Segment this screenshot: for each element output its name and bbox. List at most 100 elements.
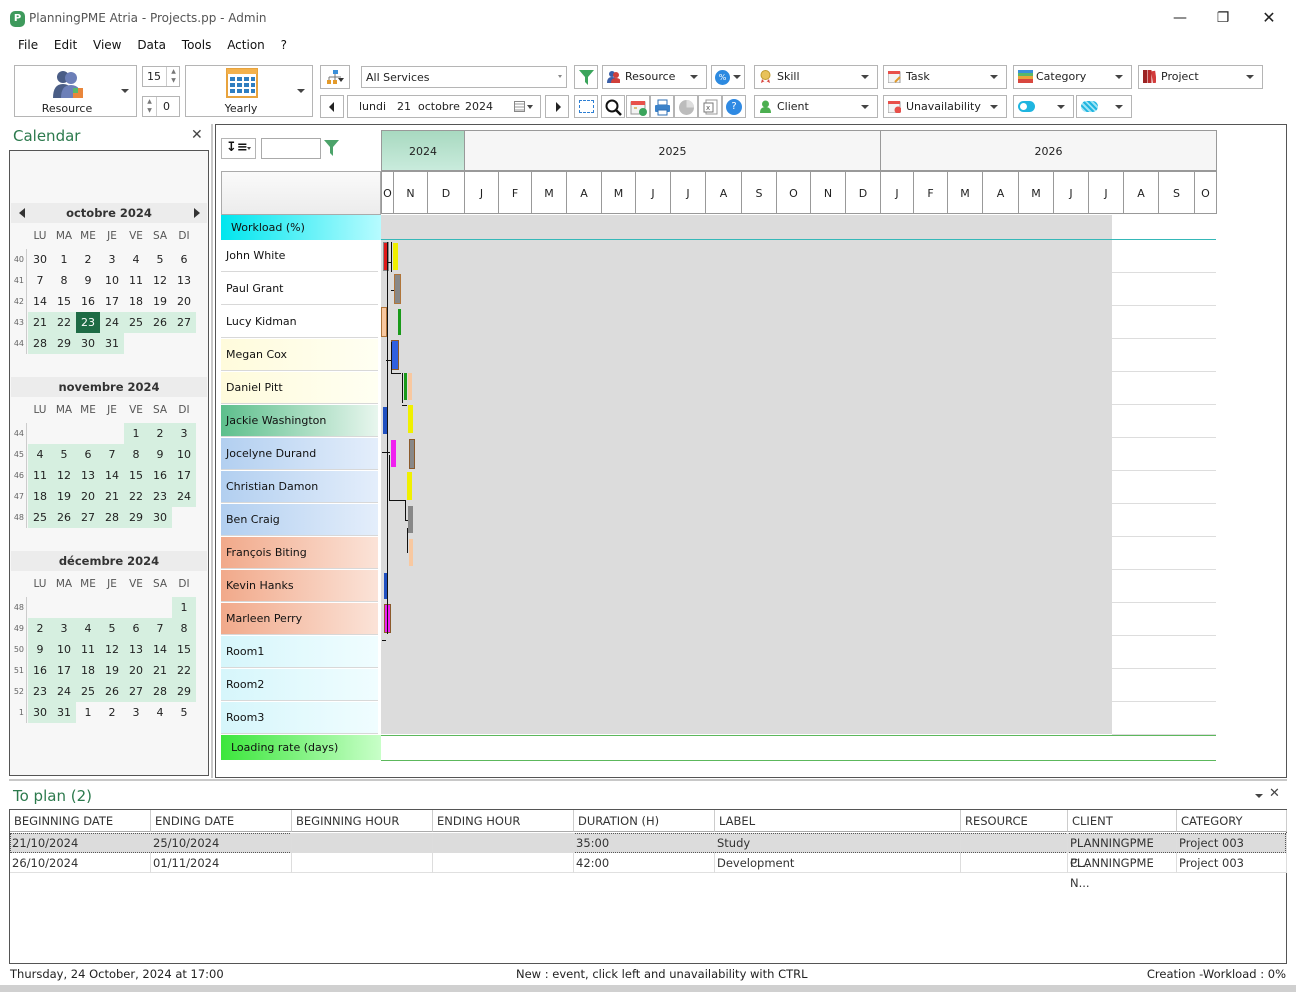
spinner-arrows-icon[interactable]: ▲ ▼ [143,97,157,116]
calendar-day[interactable]: 21 [148,660,172,681]
restore-button[interactable]: ❐ [1205,6,1241,30]
table-row[interactable]: 21/10/2024 25/10/2024 35:00 Study PLANNINGPM… [10,833,1287,870]
calendar-day[interactable]: 13 [172,270,196,291]
resource-row-label[interactable]: François Biting [221,537,378,569]
calendar-day[interactable]: 3 [100,249,124,270]
resource-row-label[interactable]: Jocelyne Durand [221,438,378,470]
close-calendar-icon[interactable]: ✕ [191,127,203,143]
calendar-day[interactable]: 4 [28,444,52,465]
chart-button[interactable] [674,95,698,118]
calendar-day[interactable]: 12 [100,639,124,660]
calendar-day[interactable]: 14 [148,639,172,660]
search-button[interactable] [601,95,625,118]
calendar-day[interactable]: 10 [52,639,76,660]
menu-action[interactable]: Action [227,38,265,52]
task-bar[interactable] [408,506,413,533]
calendar-day[interactable]: 26 [100,681,124,702]
export-excel-button[interactable]: x [698,95,722,118]
task-bar[interactable] [404,373,407,400]
filter-button[interactable] [574,65,598,89]
calendar-day[interactable]: 22 [172,660,196,681]
calendar-day[interactable]: 23 [76,312,100,333]
calendar-day[interactable]: 25 [124,312,148,333]
calendar-day[interactable]: 23 [148,486,172,507]
calendar-day[interactable]: 20 [76,486,100,507]
unavailability-dropdown[interactable]: Unavailability [883,95,1007,118]
calendar-day[interactable]: 28 [148,681,172,702]
calendar-day[interactable]: 3 [124,702,148,723]
calendar-day[interactable]: 1 [172,597,196,618]
sort-button[interactable]: ↧≡ [221,138,256,159]
calendar-day[interactable]: 9 [76,270,100,291]
calendar-day[interactable]: 30 [76,333,100,354]
offset-spinner[interactable]: ▲ ▼ 0 [142,96,180,117]
calendar-day[interactable]: 1 [76,702,100,723]
calendar-day[interactable]: 30 [28,249,52,270]
calendar-day[interactable]: 4 [124,249,148,270]
column-header[interactable]: CLIENT [1068,810,1177,832]
resource-row-label[interactable]: Room3 [221,702,378,734]
select-area-button[interactable] [574,95,598,118]
column-header[interactable]: ENDING HOUR [433,810,574,832]
calendar-day[interactable]: 27 [172,312,196,333]
calendar-day[interactable]: 11 [28,465,52,486]
calendar-day[interactable]: 27 [124,681,148,702]
calendar-day[interactable]: 1 [124,423,148,444]
calendar-day[interactable]: 20 [124,660,148,681]
calendar-day[interactable]: 6 [172,249,196,270]
calendar-day[interactable]: 10 [100,270,124,291]
task-bar[interactable] [393,243,398,270]
percent-toggle-button[interactable]: % [711,65,745,89]
task-bar[interactable] [391,440,396,467]
calendar-day[interactable]: 27 [76,507,100,528]
resource-row-label[interactable]: Lucy Kidman [221,306,378,338]
close-to-plan-icon[interactable]: ✕ [1269,786,1280,801]
resource-row-label[interactable]: Kevin Hanks [221,570,378,602]
calendar-day[interactable]: 25 [76,681,100,702]
skill-dropdown[interactable]: Skill [754,65,878,89]
calendar-day[interactable]: 13 [124,639,148,660]
resource-row-label[interactable]: Marleen Perry [221,603,378,635]
menu-edit[interactable]: Edit [54,38,77,52]
calendar-day[interactable]: 24 [172,486,196,507]
calendar-day[interactable]: 29 [124,507,148,528]
calendar-day[interactable]: 18 [28,486,52,507]
category-dropdown[interactable]: Category [1013,65,1132,89]
calendar-day[interactable]: 19 [148,291,172,312]
calendar-day[interactable]: 9 [148,444,172,465]
resource-row-label[interactable]: Christian Damon [221,471,378,503]
hierarchy-button[interactable] [320,65,350,89]
previous-date-button[interactable] [320,95,344,118]
calendar-day[interactable]: 6 [124,618,148,639]
task-bar[interactable] [407,472,412,500]
resource-row-label[interactable]: Room2 [221,669,378,701]
view-mode-selector[interactable]: Resource [14,65,137,117]
calendar-day[interactable]: 4 [76,618,100,639]
resource-row-label[interactable]: Ben Craig [221,504,378,536]
calendar-day[interactable]: 5 [100,618,124,639]
gantt-chart-area[interactable] [381,215,1112,734]
client-dropdown[interactable]: Client [754,95,878,118]
next-date-button[interactable] [545,95,569,118]
display-toggle-dropdown[interactable] [1013,95,1074,118]
column-header[interactable]: BEGINNING DATE [10,810,151,832]
panel-splitter[interactable] [211,124,213,778]
date-picker[interactable]: lundi 21 octobre 2024 [347,95,541,118]
calendar-day[interactable]: 11 [124,270,148,291]
help-button[interactable]: ? [722,95,746,118]
calendar-day[interactable]: 29 [172,681,196,702]
task-bar[interactable] [394,274,401,304]
column-header[interactable]: RESOURCE [961,810,1068,832]
resource-row-label[interactable]: Daniel Pitt [221,372,378,404]
calendar-day[interactable]: 22 [124,486,148,507]
calendar-day[interactable]: 4 [148,702,172,723]
calendar-day[interactable]: 18 [76,660,100,681]
calendar-day[interactable]: 28 [28,333,52,354]
print-button[interactable] [650,95,674,118]
calendar-day[interactable]: 6 [76,444,100,465]
calendar-day[interactable]: 14 [100,465,124,486]
task-bar[interactable] [408,405,413,433]
task-dropdown[interactable]: Task [883,65,1007,89]
previous-month-arrow-icon[interactable] [19,208,25,218]
resource-row-label[interactable]: Megan Cox [221,339,378,371]
